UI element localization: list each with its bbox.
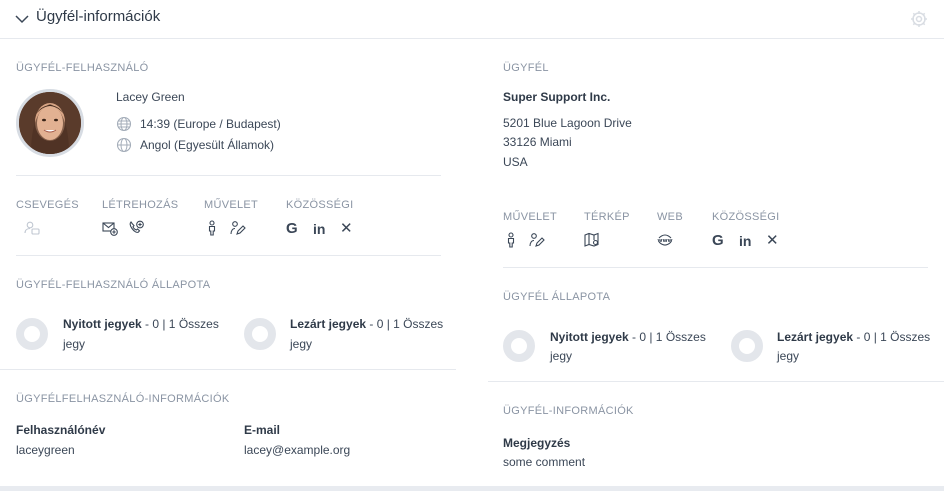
avatar <box>16 89 84 157</box>
chat-user-icon[interactable] <box>24 220 40 236</box>
linkedin-icon[interactable]: in <box>739 233 751 249</box>
username-label: Felhasználónév <box>16 423 106 437</box>
open-tickets-count: - 0 | 1 Összes <box>141 317 219 331</box>
new-email-ticket-icon[interactable] <box>102 220 118 236</box>
customer-user-section-title: ÜGYFÉL-FELHASZNÁLÓ <box>16 62 149 74</box>
operation-label: MŰVELET <box>503 211 558 223</box>
note-label: Megjegyzés <box>503 436 571 450</box>
email-value[interactable]: lacey@example.org <box>244 443 350 457</box>
closed-tickets-unit: jegy <box>777 349 800 363</box>
customer-info-title: ÜGYFÉL-INFORMÁCIÓK <box>503 405 634 417</box>
open-tickets-label: Nyitott jegyek <box>63 317 142 331</box>
closed-tickets-line[interactable]: Lezárt jegyek - 0 | 1 Összes <box>777 330 930 344</box>
divider <box>16 255 441 256</box>
customer-city: 33126 Miami <box>503 135 572 149</box>
customer-section-title: ÜGYFÉL <box>503 62 549 74</box>
operation-label: MŰVELET <box>204 199 259 211</box>
widget-title[interactable]: Ügyfél-információk <box>36 8 160 25</box>
closed-tickets-unit: jegy <box>290 337 313 351</box>
customer-user-time: 14:39 (Europe / Budapest) <box>140 117 281 131</box>
divider <box>0 369 456 370</box>
divider <box>16 175 441 176</box>
person-edit-icon[interactable] <box>230 220 246 236</box>
divider <box>503 267 928 268</box>
customer-user-info-title: ÜGYFÉLFELHASZNÁLÓ-INFORMÁCIÓK <box>16 393 230 405</box>
closed-tickets-label: Lezárt jegyek <box>777 330 854 344</box>
chat-label: CSEVEGÉS <box>16 199 79 211</box>
customer-country: USA <box>503 155 528 169</box>
closed-tickets-label: Lezárt jegyek <box>290 317 367 331</box>
map-icon[interactable] <box>584 232 600 248</box>
open-tickets-label: Nyitott jegyek <box>550 330 629 344</box>
person-icon[interactable] <box>503 232 519 248</box>
xing-icon[interactable]: ✕ <box>766 233 779 249</box>
closed-tickets-ring <box>244 318 276 350</box>
customer-user-language: Angol (Egyesült Államok) <box>140 138 275 152</box>
customer-status-title: ÜGYFÉL ÁLLAPOTA <box>503 291 611 303</box>
customer-user-name: Lacey Green <box>116 90 185 104</box>
person-icon[interactable] <box>204 220 220 236</box>
customer-user-status-title: ÜGYFÉL-FELHASZNÁLÓ ÁLLAPOTA <box>16 279 211 291</box>
open-tickets-count: - 0 | 1 Összes <box>628 330 706 344</box>
www-icon[interactable]: www <box>657 232 673 248</box>
open-tickets-ring <box>503 330 535 362</box>
closed-tickets-count: - 0 | 1 Összes <box>853 330 931 344</box>
widget-header: Ügyfél-információk <box>0 0 944 39</box>
create-label: LÉTREHOZÁS <box>102 199 179 211</box>
open-tickets-line[interactable]: Nyitott jegyek - 0 | 1 Összes <box>63 317 219 331</box>
web-label: WEB <box>657 211 683 223</box>
clock-globe-icon <box>116 116 132 132</box>
person-edit-icon[interactable] <box>529 232 545 248</box>
gear-icon[interactable] <box>910 10 928 28</box>
customer-company: Super Support Inc. <box>503 90 611 104</box>
note-value: some comment <box>503 455 586 469</box>
open-tickets-ring <box>16 318 48 350</box>
social-label: KÖZÖSSÉGI <box>712 211 780 223</box>
customer-street: 5201 Blue Lagoon Drive <box>503 116 632 130</box>
divider <box>488 381 944 382</box>
closed-tickets-count: - 0 | 1 Összes <box>366 317 444 331</box>
google-icon[interactable]: G <box>712 233 724 249</box>
closed-tickets-line[interactable]: Lezárt jegyek - 0 | 1 Összes <box>290 317 443 331</box>
xing-icon[interactable]: ✕ <box>340 221 353 237</box>
closed-tickets-ring <box>731 330 763 362</box>
open-tickets-line[interactable]: Nyitott jegyek - 0 | 1 Összes <box>550 330 706 344</box>
new-phone-ticket-icon[interactable] <box>128 220 144 236</box>
open-tickets-unit: jegy <box>550 349 573 363</box>
open-tickets-unit: jegy <box>63 337 86 351</box>
email-label: E-mail <box>244 423 281 437</box>
google-icon[interactable]: G <box>286 221 298 237</box>
linkedin-icon[interactable]: in <box>313 221 325 237</box>
map-label: TÉRKÉP <box>584 211 630 223</box>
username-value: laceygreen <box>16 443 75 457</box>
svg-text:www: www <box>657 238 672 244</box>
social-label: KÖZÖSSÉGI <box>286 199 354 211</box>
chevron-down-icon[interactable] <box>14 12 30 26</box>
globe-icon <box>116 137 132 153</box>
bottom-border <box>0 486 944 491</box>
